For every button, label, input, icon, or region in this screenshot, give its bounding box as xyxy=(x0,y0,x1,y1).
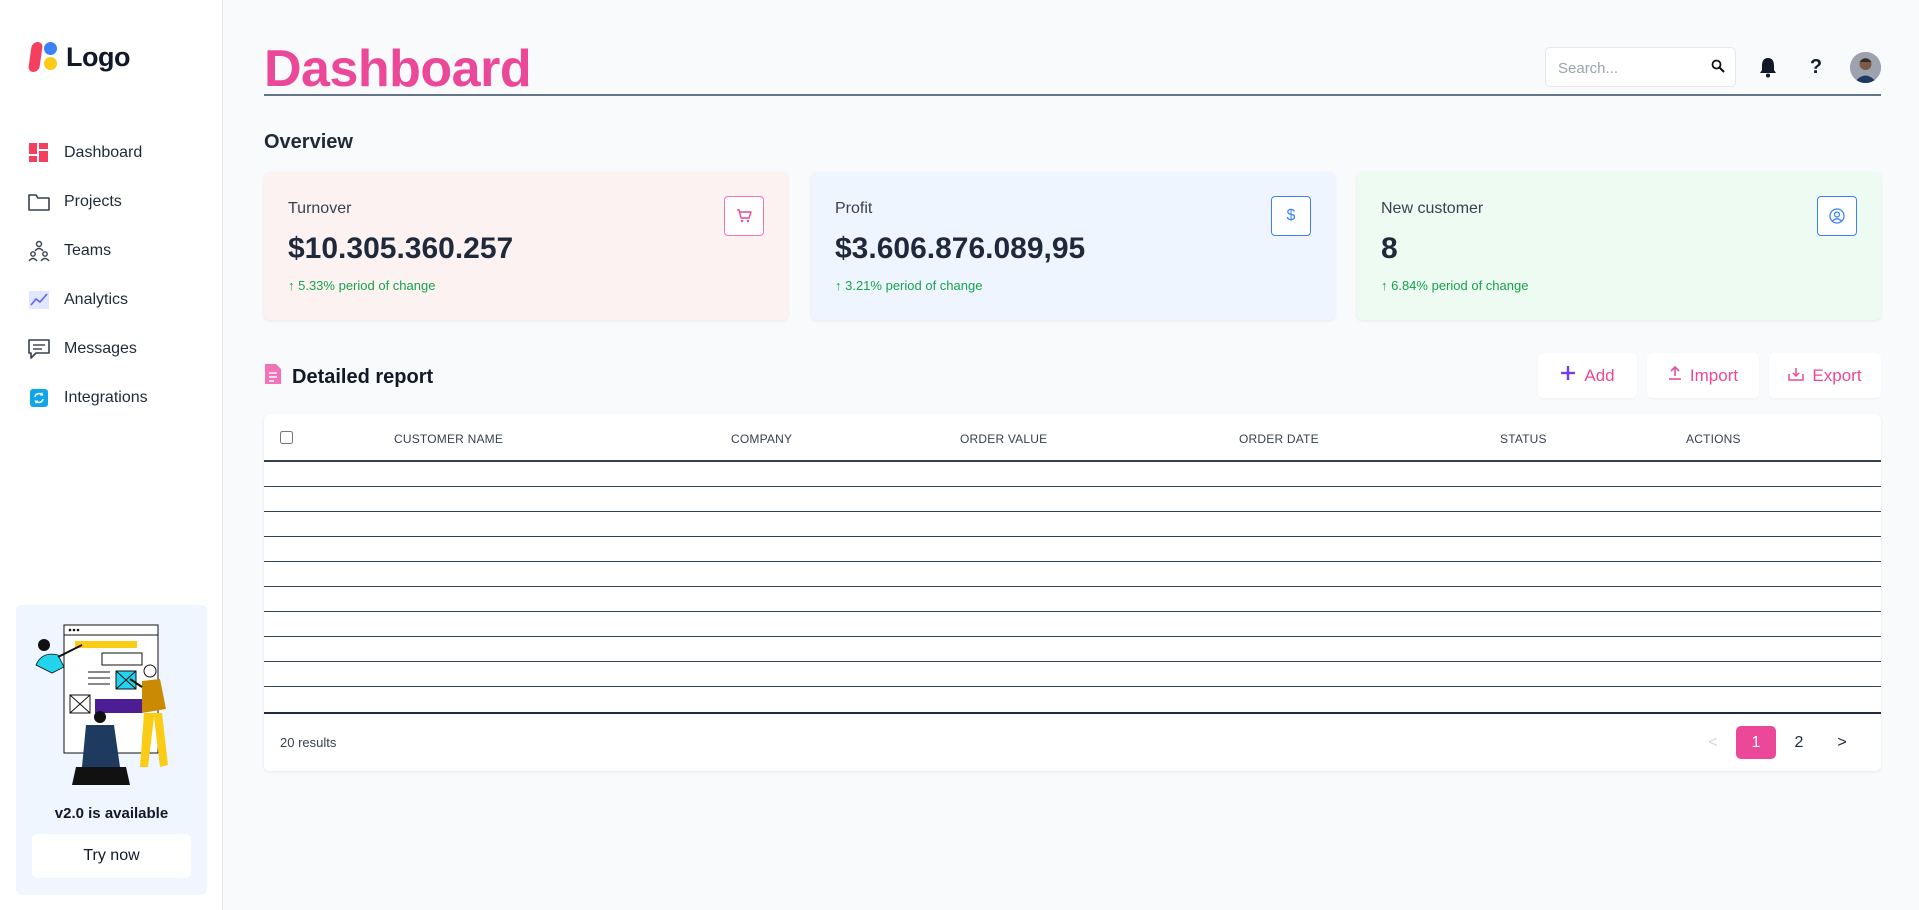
sidebar: Logo Dashboard Projects Teams Analytics xyxy=(0,0,223,910)
pagination-page-2[interactable]: 2 xyxy=(1787,726,1811,759)
sidebar-item-label: Messages xyxy=(64,339,137,357)
add-button-label: Add xyxy=(1584,365,1615,385)
promo-title: v2.0 is available xyxy=(54,805,169,822)
sidebar-item-label: Dashboard xyxy=(64,143,143,161)
logo-mark-icon xyxy=(27,40,60,74)
document-icon xyxy=(264,363,282,391)
card-label: New customer xyxy=(1381,200,1484,217)
table-row xyxy=(264,536,1881,537)
table-row xyxy=(264,486,1881,487)
column-header-customer-name[interactable]: CUSTOMER NAME xyxy=(394,432,503,446)
import-button[interactable]: Import xyxy=(1647,353,1759,398)
pagination-prev[interactable]: < xyxy=(1701,726,1725,759)
pagination-page-1[interactable]: 1 xyxy=(1736,726,1776,759)
column-header-company[interactable]: COMPANY xyxy=(731,432,792,446)
card-change: ↑ 5.33% period of change xyxy=(288,278,436,293)
search-box[interactable] xyxy=(1545,47,1736,87)
report-title: Detailed report xyxy=(264,363,433,391)
table-row xyxy=(264,511,1881,512)
promo-illustration xyxy=(35,624,168,785)
sidebar-item-label: Projects xyxy=(64,192,122,210)
column-header-actions: ACTIONS xyxy=(1686,432,1741,446)
upgrade-promo: v2.0 is available Try now xyxy=(16,605,207,895)
card-value: $10.305.360.257 xyxy=(288,232,514,265)
upload-icon xyxy=(1668,365,1682,386)
overview-title: Overview xyxy=(264,131,353,153)
try-now-button[interactable]: Try now xyxy=(32,834,191,878)
user-circle-icon xyxy=(1817,196,1857,236)
card-label: Turnover xyxy=(288,200,352,217)
column-header-status[interactable]: STATUS xyxy=(1500,432,1547,446)
integrations-icon xyxy=(28,387,50,409)
table-row xyxy=(264,611,1881,612)
add-button[interactable]: Add xyxy=(1538,353,1637,398)
results-count: 20 results xyxy=(280,735,337,750)
avatar[interactable] xyxy=(1850,52,1881,83)
card-label: Profit xyxy=(835,200,873,217)
help-icon[interactable]: ? xyxy=(1805,56,1827,78)
turnover-card: Turnover $10.305.360.257 ↑ 5.33% period … xyxy=(264,172,788,320)
sidebar-item-teams[interactable]: Teams xyxy=(28,226,208,275)
report-table: CUSTOMER NAME COMPANY ORDER VALUE ORDER … xyxy=(264,414,1881,771)
dashboard-icon xyxy=(28,142,50,164)
export-button-label: Export xyxy=(1812,365,1862,385)
table-footer-divider xyxy=(264,712,1881,714)
cart-icon xyxy=(724,196,764,236)
page-title: Dashboard xyxy=(264,40,532,98)
card-value: 8 xyxy=(1381,232,1398,265)
sidebar-nav: Dashboard Projects Teams Analytics Messa… xyxy=(28,128,208,422)
bell-icon[interactable] xyxy=(1757,56,1779,78)
card-change: ↑ 3.21% period of change xyxy=(835,278,983,293)
sidebar-item-label: Analytics xyxy=(64,290,129,308)
select-all-checkbox[interactable] xyxy=(280,431,293,444)
sidebar-item-projects[interactable]: Projects xyxy=(28,177,208,226)
report-title-label: Detailed report xyxy=(292,365,434,388)
logo[interactable]: Logo xyxy=(27,40,130,74)
search-icon[interactable] xyxy=(1711,59,1725,78)
table-row xyxy=(264,661,1881,662)
pagination-next[interactable]: > xyxy=(1830,726,1854,759)
folder-icon xyxy=(28,191,50,213)
plus-icon xyxy=(1560,365,1576,386)
card-change: ↑ 6.84% period of change xyxy=(1381,278,1529,293)
table-row xyxy=(264,636,1881,637)
download-icon xyxy=(1788,366,1805,386)
sidebar-item-label: Integrations xyxy=(64,388,148,406)
column-header-order-date[interactable]: ORDER DATE xyxy=(1239,432,1319,446)
table-header: CUSTOMER NAME COMPANY ORDER VALUE ORDER … xyxy=(264,414,1881,462)
sidebar-item-integrations[interactable]: Integrations xyxy=(28,373,208,422)
card-value: $3.606.876.089,95 xyxy=(835,232,1086,265)
teams-icon xyxy=(28,240,50,262)
export-button[interactable]: Export xyxy=(1769,353,1881,398)
import-button-label: Import xyxy=(1689,365,1739,385)
table-row xyxy=(264,561,1881,562)
table-row xyxy=(264,586,1881,587)
header-divider xyxy=(264,94,1881,96)
profit-card: Profit $3.606.876.089,95 ↑ 3.21% period … xyxy=(811,172,1335,320)
sidebar-item-messages[interactable]: Messages xyxy=(28,324,208,373)
new-customer-card: New customer 8 ↑ 6.84% period of change xyxy=(1357,172,1881,320)
sidebar-item-label: Teams xyxy=(64,241,112,259)
analytics-icon xyxy=(28,289,50,311)
column-header-order-value[interactable]: ORDER VALUE xyxy=(960,432,1047,446)
sidebar-item-dashboard[interactable]: Dashboard xyxy=(28,128,208,177)
search-input[interactable] xyxy=(1558,57,1708,79)
messages-icon xyxy=(28,338,50,360)
table-row xyxy=(264,686,1881,687)
logo-text: Logo xyxy=(66,41,130,72)
sidebar-item-analytics[interactable]: Analytics xyxy=(28,275,208,324)
dollar-icon: $ xyxy=(1271,196,1311,236)
